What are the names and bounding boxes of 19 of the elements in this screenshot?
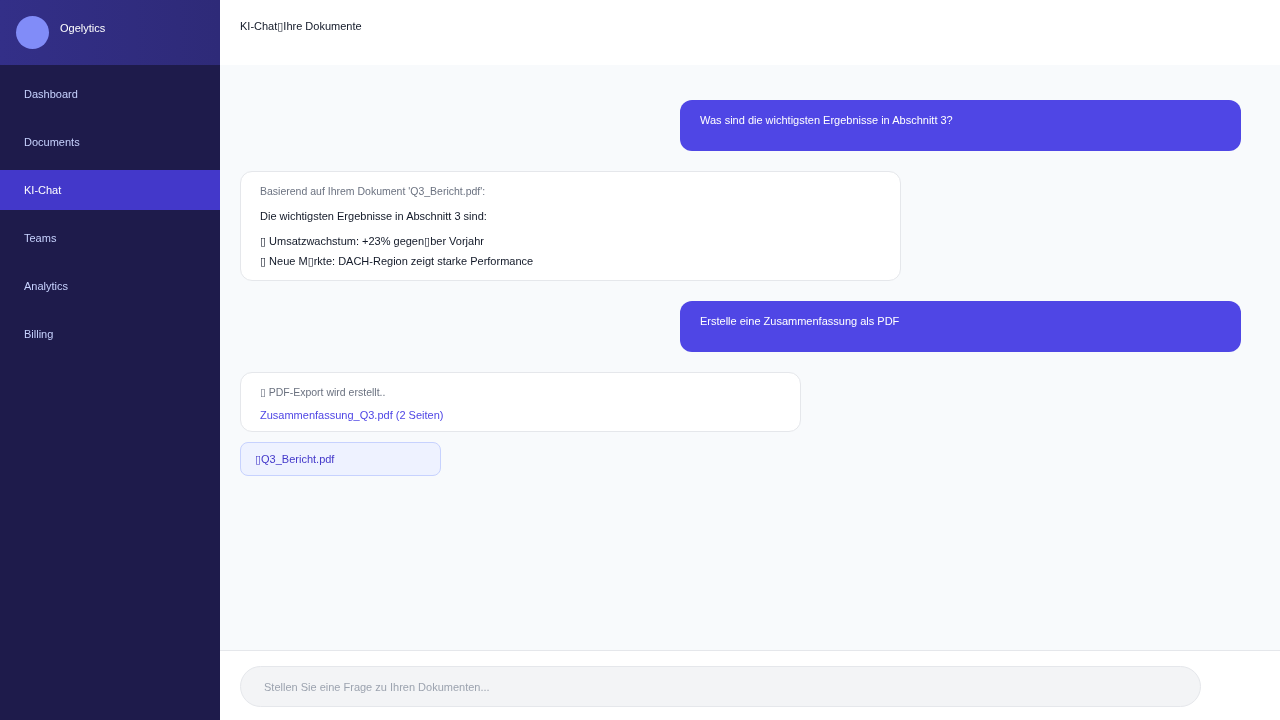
sidebar-item[interactable]: KI-Chat bbox=[0, 170, 220, 210]
question-input[interactable]: Stellen Sie eine Frage zu Ihren Dokumenten... bbox=[240, 666, 1201, 707]
file-chip[interactable]: ▯Q3_Bericht.pdf bbox=[240, 442, 441, 476]
brand-name: Ogelytics bbox=[60, 21, 106, 36]
bullet-item: ▯ Umsatzwachstum: +23% gegen▯ber Vorjahr bbox=[260, 234, 485, 249]
message-text: Die wichtigsten Ergebnisse in Abschnitt 3 sind: bbox=[260, 209, 488, 224]
page-title: KI-Chat▯Ihre Dokumente bbox=[240, 20, 362, 32]
sidebar-item[interactable]: Analytics bbox=[0, 266, 220, 306]
sidebar-item[interactable]: Billing bbox=[0, 314, 220, 354]
sidebar-item[interactable]: Teams bbox=[0, 218, 220, 258]
bullet-item: ▯ Neue M▯rkte: DACH-Region zeigt starke Performance bbox=[260, 254, 535, 269]
status-text: ▯ PDF-Export wird erstellt.. bbox=[260, 385, 387, 400]
logo-icon bbox=[16, 16, 49, 49]
sidebar-item[interactable]: Documents bbox=[0, 122, 220, 162]
sidebar-item[interactable]: Dashboard bbox=[0, 74, 220, 114]
message-text: Erstelle eine Zusammenfassung als PDF bbox=[700, 315, 900, 327]
message-text: Was sind die wichtigsten Ergebnisse in Abschnitt 3? bbox=[700, 114, 953, 126]
source-note: Basierend auf Ihrem Dokument 'Q3_Bericht.pdf': bbox=[260, 184, 487, 199]
pdf-link[interactable]: Zusammenfassung_Q3.pdf (2 Seiten) bbox=[260, 405, 444, 425]
